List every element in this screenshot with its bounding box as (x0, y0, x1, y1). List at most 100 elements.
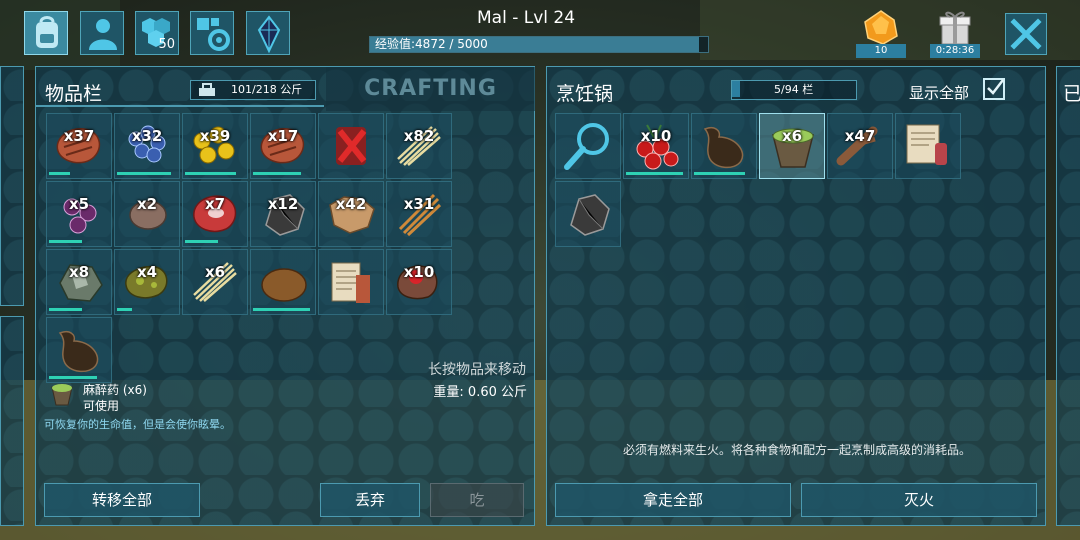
item-slot[interactable]: x6 (182, 249, 248, 315)
top-tab-crystal[interactable] (246, 11, 290, 55)
gift-box-icon (939, 11, 971, 45)
extinguish-button[interactable]: 灭火 (801, 483, 1037, 517)
backpack-icon (36, 16, 58, 48)
item-slot[interactable]: x12 (250, 181, 316, 247)
top-tab-tribe[interactable]: 50 (135, 11, 179, 55)
inventory-title: 物品栏 (45, 83, 103, 105)
item-slot[interactable]: x10 (623, 113, 689, 179)
engram-settings-icon (197, 18, 230, 51)
top-tab-engram-settings[interactable] (190, 11, 234, 55)
item-durability-bar (253, 308, 310, 311)
item-quantity: x32 (131, 127, 163, 145)
item-slot[interactable]: x10 (386, 249, 452, 315)
hide-icon (329, 196, 375, 234)
narcotic-icon (772, 128, 814, 168)
close-button[interactable] (1005, 13, 1047, 55)
cooking-pot-title: 烹饪锅 (556, 83, 614, 105)
item-slot[interactable] (691, 113, 757, 179)
inventory-grid: x37 x32 x39 x17 x82 x5 x2 x7 x12 x42 x31 x8 x4 x6 x10 (46, 113, 452, 383)
close-icon (1010, 18, 1042, 50)
flint-icon (265, 194, 305, 236)
item-quantity: x6 (781, 127, 803, 145)
item-slot[interactable]: x4 (114, 249, 180, 315)
item-slot[interactable]: x32 (114, 113, 180, 179)
item-slot[interactable]: x31 (386, 181, 452, 247)
item-quantity: x37 (63, 127, 95, 145)
item-quantity: x7 (204, 195, 226, 213)
item-quantity: x47 (844, 127, 876, 145)
right-edge-title: 已 (1063, 83, 1080, 105)
cooking-pot-capacity-text: 5/94 栏 (774, 83, 814, 96)
item-slot[interactable]: x17 (250, 113, 316, 179)
inventory-weight-badge: 101/218 公斤 (190, 80, 316, 100)
item-durability-bar (49, 172, 70, 175)
item-slot[interactable]: x37 (46, 113, 112, 179)
item-slot[interactable] (318, 113, 384, 179)
item-slot[interactable] (46, 317, 112, 383)
amber-currency[interactable]: 10 (856, 8, 906, 58)
xp-text: 经验值:4872 / 5000 (375, 37, 488, 51)
item-quantity: x2 (136, 195, 158, 213)
item-quantity: x4 (136, 263, 158, 281)
item-durability-bar (49, 308, 82, 311)
top-tab-backpack[interactable] (24, 11, 68, 55)
selected-item-name: 麻醉药 (x6) (83, 383, 147, 397)
character-icon (89, 19, 117, 50)
rare-flower-icon (397, 265, 438, 300)
item-slot[interactable] (555, 181, 621, 247)
cooked-meat-icon (56, 128, 101, 164)
item-slot[interactable]: x6 (759, 113, 825, 179)
flint-icon (570, 194, 610, 236)
item-slot[interactable]: x47 (827, 113, 893, 179)
transfer-all-button[interactable]: 转移全部 (44, 483, 200, 517)
amber-icon (864, 10, 898, 45)
item-quantity: x31 (403, 195, 435, 213)
item-quantity: x8 (68, 263, 90, 281)
tab-crafting[interactable]: CRAFTING (326, 67, 535, 111)
item-slot[interactable]: x2 (114, 181, 180, 247)
narcotic-icon (51, 384, 73, 406)
right-edge-panel: 已 (1056, 66, 1080, 526)
selected-item-description: 可恢复你的生命值，但是会使你眩晕。 (44, 418, 231, 431)
item-durability-bar (117, 308, 132, 311)
cooked-meat-icon (260, 128, 305, 164)
item-quantity: x39 (199, 127, 231, 145)
selected-item-state: 可使用 (83, 399, 120, 413)
take-all-button[interactable]: 拿走全部 (555, 483, 791, 517)
item-slot[interactable] (555, 113, 621, 179)
item-slot[interactable]: x5 (46, 181, 112, 247)
item-durability-bar (626, 172, 683, 175)
daily-gift[interactable]: 0:28:36 (930, 8, 980, 58)
item-slot[interactable] (318, 249, 384, 315)
item-quantity: x10 (403, 263, 435, 281)
spoiled-meat-icon (125, 265, 168, 299)
item-slot[interactable] (250, 249, 316, 315)
capacity-fill (732, 81, 740, 97)
inventory-panel: 物品栏 101/218 公斤 CRAFTING x37 x32 x39 x17 x82 x… (35, 66, 535, 526)
kibble-icon (261, 268, 307, 302)
notes-icon (331, 262, 370, 303)
left-edge-panel (0, 66, 24, 306)
selected-item-weight: 重量: 0.60 公斤 (433, 385, 527, 400)
thatch-icon (398, 193, 442, 237)
drop-button[interactable]: 丢弃 (320, 483, 420, 517)
show-all-checkbox[interactable] (983, 78, 1005, 100)
berries-icon (636, 124, 679, 170)
item-slot[interactable] (895, 113, 961, 179)
amarberry-icon (193, 126, 235, 164)
metal-ore-icon (59, 264, 103, 302)
eat-button[interactable]: 吃 (430, 483, 524, 517)
title-divider (36, 105, 324, 107)
item-slot[interactable]: x39 (182, 113, 248, 179)
item-slot[interactable]: x8 (46, 249, 112, 315)
top-tab-character[interactable] (80, 11, 124, 55)
weight-icon (199, 83, 215, 96)
item-slot[interactable]: x82 (386, 113, 452, 179)
amber-count: 10 (856, 44, 906, 58)
item-slot[interactable]: x7 (182, 181, 248, 247)
item-quantity: x6 (204, 263, 226, 281)
search-icon (564, 123, 609, 170)
item-slot[interactable]: x42 (318, 181, 384, 247)
waterskin-icon (58, 330, 99, 373)
cooking-pot-grid: x10 x6 x47 (555, 113, 961, 247)
